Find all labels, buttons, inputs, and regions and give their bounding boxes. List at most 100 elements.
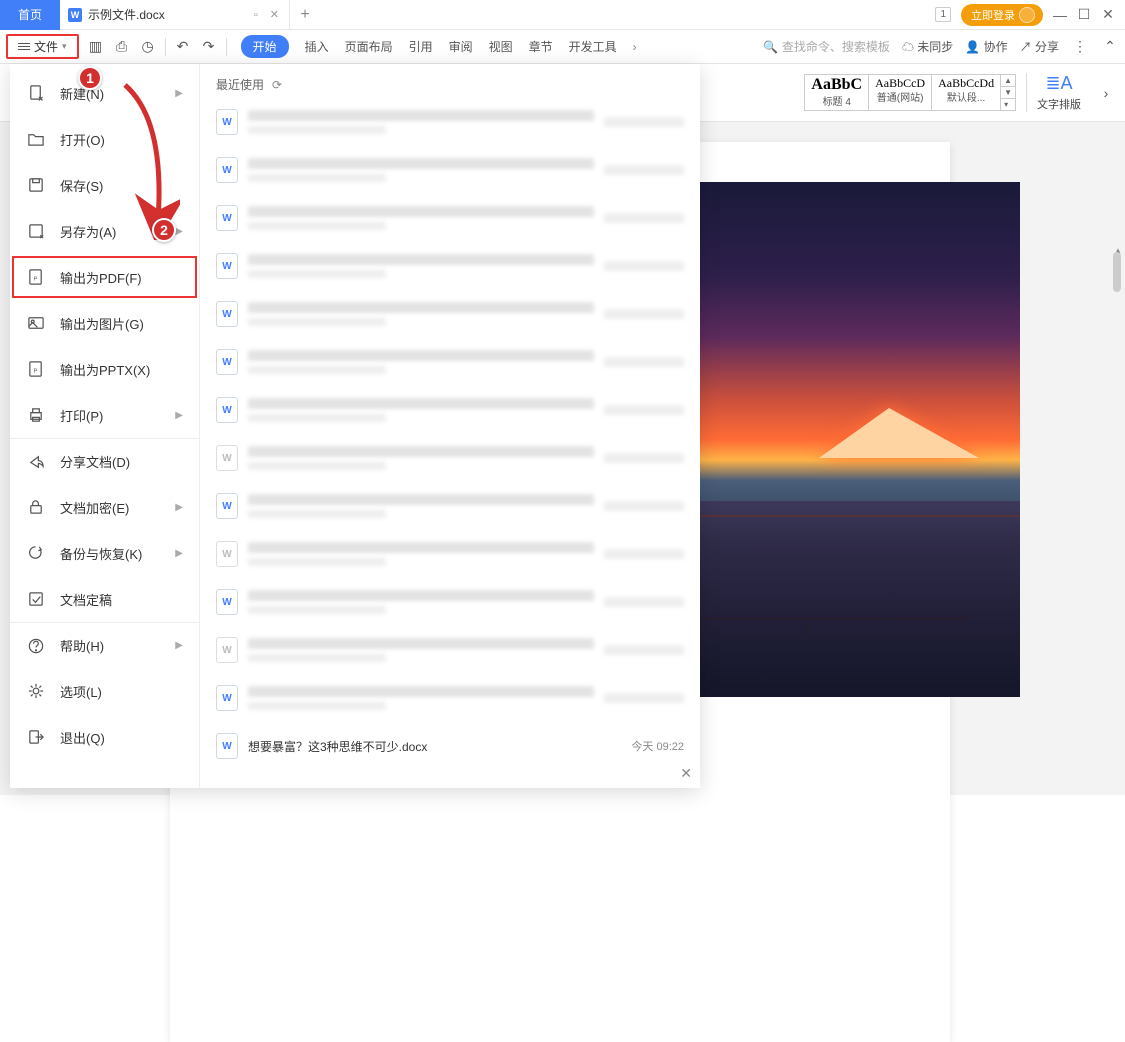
ribbon-tab-审阅[interactable]: 审阅 — [449, 38, 473, 55]
ribbon-tab-章节[interactable]: 章节 — [529, 38, 553, 55]
style-gallery[interactable]: AaBbC标题 4AaBbCcD普通(网站)AaBbCcDd默认段... — [804, 74, 1001, 111]
file-menu-final[interactable]: 文档定稿 — [10, 576, 199, 622]
tab-restore-icon[interactable]: ▫ — [254, 9, 258, 21]
style-普通(网站)[interactable]: AaBbCcD普通(网站) — [869, 75, 932, 110]
file-menu-item-label: 文档定稿 — [60, 590, 112, 609]
quick-toolbar: 文件 ▾ ▥ ⎙ ◷ ↶ ↷ 开始插入页面布局引用审阅视图章节开发工具 › 🔍 查… — [0, 30, 1125, 64]
print-icon — [26, 406, 46, 424]
ribbon-tab-引用[interactable]: 引用 — [409, 38, 433, 55]
add-tab-button[interactable]: + — [290, 6, 320, 24]
more-icon[interactable]: ⋮ — [1071, 38, 1089, 55]
ribbon-more-icon[interactable]: › — [1097, 85, 1115, 101]
recent-file-item[interactable]: W — [212, 149, 688, 191]
options-icon — [26, 682, 46, 700]
vertical-scrollbar[interactable]: ▲ — [1113, 252, 1123, 785]
file-menu-item-label: 打印(P) — [60, 406, 103, 425]
close-recent-icon[interactable]: ✕ — [680, 765, 692, 782]
recent-file-item[interactable]: W — [212, 677, 688, 719]
style-标题 4[interactable]: AaBbC标题 4 — [805, 75, 869, 110]
scrollbar-thumb[interactable] — [1113, 252, 1121, 292]
recent-file-item[interactable]: W — [212, 437, 688, 479]
refresh-icon[interactable]: ⟳ — [272, 78, 282, 92]
tab-close-icon[interactable]: ✕ — [270, 8, 279, 21]
share-icon: ↗ — [1020, 40, 1032, 54]
saveas-icon — [26, 222, 46, 240]
undo-icon[interactable]: ↶ — [174, 38, 192, 55]
word-file-icon: W — [216, 685, 238, 711]
file-menu-button[interactable]: 文件 ▾ — [6, 34, 79, 59]
file-menu-item-label: 输出为PDF(F) — [60, 268, 142, 287]
file-menu-item-label: 文档加密(E) — [60, 498, 129, 517]
chevron-right-icon: ▶ — [175, 410, 183, 421]
window-minimize-button[interactable]: — — [1053, 7, 1067, 23]
image-icon — [26, 314, 46, 332]
recent-file-item[interactable]: W — [212, 341, 688, 383]
open-icon — [26, 130, 46, 148]
file-menu-sharedoc[interactable]: 分享文档(D) — [10, 438, 199, 484]
ribbon-tab-视图[interactable]: 视图 — [489, 38, 513, 55]
search-placeholder: 查找命令、搜索模板 — [782, 38, 890, 55]
file-menu-exit[interactable]: 退出(Q) — [10, 714, 199, 760]
quick-save-icon[interactable]: ▥ — [87, 38, 105, 55]
typeset-icon: ≣A — [1045, 73, 1072, 94]
quick-preview-icon[interactable]: ◷ — [139, 38, 157, 55]
ribbon-tabs-more-icon[interactable]: › — [633, 40, 637, 54]
recent-file-item[interactable]: W想要暴富？这3种思维不可少.docx今天 09:22 — [212, 725, 688, 767]
annotation-badge-2: 2 — [152, 218, 176, 242]
annotation-badge-1: 1 — [78, 66, 102, 90]
file-menu-item-label: 帮助(H) — [60, 636, 104, 655]
file-menu-help[interactable]: 帮助(H)▶ — [10, 622, 199, 668]
recent-file-item[interactable]: W — [212, 245, 688, 287]
file-menu-pdf[interactable]: P输出为PDF(F) — [10, 254, 199, 300]
home-tab[interactable]: 首页 — [0, 0, 60, 30]
style-默认段...[interactable]: AaBbCcDd默认段... — [932, 75, 1000, 110]
text-typeset-button[interactable]: ≣A 文字排版 — [1026, 73, 1081, 112]
quick-print-icon[interactable]: ⎙ — [113, 38, 131, 55]
recent-file-item[interactable]: W — [212, 533, 688, 575]
command-search[interactable]: 🔍 查找命令、搜索模板 — [763, 38, 890, 55]
ribbon-tab-插入[interactable]: 插入 — [305, 38, 329, 55]
recent-file-item[interactable]: W — [212, 485, 688, 527]
file-menu-encrypt[interactable]: 文档加密(E) ▶ — [10, 484, 199, 530]
avatar-icon — [1019, 7, 1035, 23]
word-doc-icon: W — [68, 8, 82, 22]
document-tab[interactable]: W 示例文件.docx ▫ ✕ — [60, 0, 290, 30]
file-menu-backup[interactable]: 备份与恢复(K)▶ — [10, 530, 199, 576]
style-gallery-scroll[interactable]: ▲▼▾ — [1001, 74, 1016, 111]
window-close-button[interactable]: ✕ — [1101, 6, 1115, 23]
collapse-ribbon-icon[interactable]: ⌃ — [1101, 38, 1119, 55]
login-button[interactable]: 立即登录 — [961, 4, 1043, 26]
ribbon-tab-开始[interactable]: 开始 — [241, 35, 289, 58]
file-menu-image[interactable]: 输出为图片(G) — [10, 300, 199, 346]
file-menu-options[interactable]: 选项(L) — [10, 668, 199, 714]
file-menu-pptx[interactable]: P输出为PPTX(X) — [10, 346, 199, 392]
ribbon-tab-开发工具[interactable]: 开发工具 — [569, 38, 617, 55]
redo-icon[interactable]: ↷ — [200, 38, 218, 55]
share-button[interactable]: ↗ 分享 — [1020, 38, 1059, 55]
file-menu-print[interactable]: 打印(P) ▶ — [10, 392, 199, 438]
ribbon-tab-页面布局[interactable]: 页面布局 — [345, 38, 393, 55]
recent-file-item[interactable]: W — [212, 581, 688, 623]
word-file-icon: W — [216, 397, 238, 423]
collab-button[interactable]: 👤 协作 — [965, 38, 1007, 55]
word-file-icon: W — [216, 493, 238, 519]
window-count-badge[interactable]: 1 — [935, 7, 951, 22]
window-maximize-button[interactable]: ☐ — [1077, 6, 1091, 23]
backup-icon — [26, 544, 46, 562]
word-file-icon: W — [216, 637, 238, 663]
recent-file-item[interactable]: W — [212, 101, 688, 143]
exit-icon — [26, 728, 46, 746]
sync-status[interactable]: ☁ 未同步 — [902, 38, 953, 55]
file-menu-item-label: 打开(O) — [60, 130, 105, 149]
recent-file-item[interactable]: W — [212, 629, 688, 671]
ribbon-tabs: 开始插入页面布局引用审阅视图章节开发工具 › — [241, 35, 637, 58]
recent-file-item[interactable]: W — [212, 389, 688, 431]
file-menu-item-label: 备份与恢复(K) — [60, 544, 142, 563]
chevron-right-icon: ▶ — [175, 502, 183, 513]
recent-files-panel: 最近使用 ⟳ WWWWWWWWWWWWWW想要暴富？这3种思维不可少.docx今… — [200, 64, 700, 788]
file-menu-item-label: 输出为PPTX(X) — [60, 360, 150, 379]
word-file-icon: W — [216, 109, 238, 135]
recent-file-item[interactable]: W — [212, 293, 688, 335]
chevron-down-icon: ▾ — [62, 41, 67, 52]
recent-file-item[interactable]: W — [212, 197, 688, 239]
